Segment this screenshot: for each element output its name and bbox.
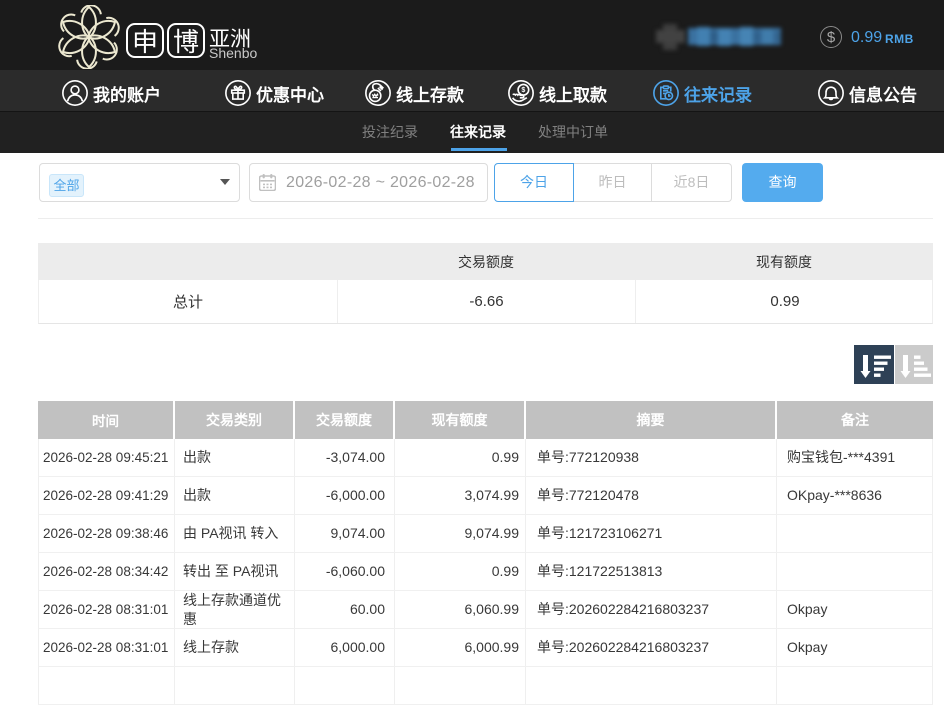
- svg-text:$: $: [521, 87, 525, 94]
